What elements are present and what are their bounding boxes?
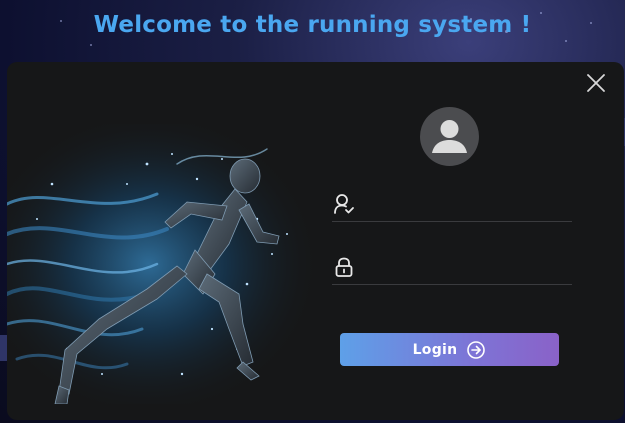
login-dialog: Login — [7, 62, 624, 420]
username-input[interactable] — [363, 190, 572, 218]
close-icon[interactable] — [585, 72, 607, 94]
login-button[interactable]: Login — [340, 333, 559, 366]
arrow-right-circle-icon — [467, 340, 486, 359]
password-input[interactable] — [363, 253, 572, 281]
background-sparkle — [565, 40, 567, 42]
user-avatar-icon — [420, 107, 479, 166]
runner-illustration — [7, 124, 322, 404]
username-field — [332, 187, 572, 222]
login-page: Welcome to the running system ! Login — [0, 0, 625, 423]
background-sparkle — [90, 44, 92, 46]
welcome-title: Welcome to the running system ! — [93, 12, 532, 38]
password-field — [332, 250, 572, 285]
user-check-icon — [334, 194, 354, 214]
avatar-silhouette-icon — [432, 120, 467, 153]
login-button-label: Login — [412, 341, 458, 358]
lock-icon — [335, 257, 353, 277]
